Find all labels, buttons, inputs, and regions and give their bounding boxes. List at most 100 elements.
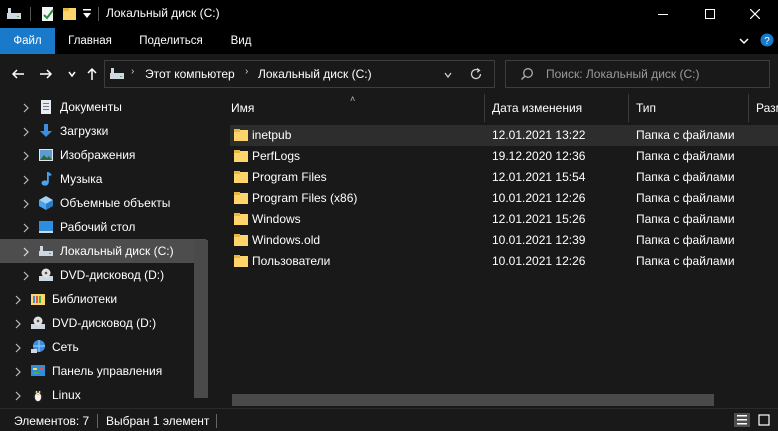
status-bar: Элементов: 7 Выбран 1 элемент [0, 408, 778, 431]
column-divider[interactable] [484, 94, 485, 122]
sidebar-item-label: Рабочий стол [60, 220, 136, 234]
folder-icon [234, 129, 248, 141]
tab-share[interactable]: Поделиться [130, 28, 212, 54]
sidebar-item-label: Объемные объекты [60, 196, 171, 210]
large-icons-view-button[interactable] [756, 413, 772, 427]
chevron-right-icon[interactable] [14, 390, 22, 401]
ribbon-tabs: Файл Главная Поделиться Вид ? [0, 28, 778, 54]
minimize-icon [658, 14, 668, 15]
search-input[interactable]: Поиск: Локальный диск (C:) [546, 67, 699, 81]
file-date: 12.01.2021 15:54 [492, 170, 586, 184]
sidebar-item-label: Панель управления [52, 364, 163, 378]
maximize-button[interactable] [687, 0, 733, 28]
file-row-program-files[interactable]: Program Files 12.01.2021 15:54 Папка с ф… [230, 167, 778, 188]
chevron-right-icon[interactable] [14, 294, 22, 305]
customize-toolbar-icon[interactable] [82, 8, 92, 23]
sidebar-item-local-disk-c[interactable]: Локальный диск (C:) [0, 239, 206, 263]
back-button[interactable] [10, 66, 26, 82]
drive-icon[interactable] [6, 6, 22, 25]
sidebar-item-pictures[interactable]: Изображения [0, 143, 206, 167]
sidebar-item-libraries[interactable]: Библиотеки [0, 287, 206, 311]
forward-button[interactable] [38, 66, 54, 82]
refresh-icon[interactable] [469, 67, 483, 84]
sidebar-item-desktop[interactable]: Рабочий стол [0, 215, 206, 239]
chevron-right-icon[interactable] [22, 198, 30, 209]
breadcrumb-separator-icon[interactable]: › [131, 66, 134, 77]
up-button[interactable] [84, 66, 100, 82]
search-box[interactable]: Поиск: Локальный диск (C:) [505, 60, 770, 88]
tab-home[interactable]: Главная [60, 28, 120, 54]
new-folder-icon[interactable] [62, 6, 78, 25]
help-icon[interactable]: ? [760, 33, 774, 50]
chevron-right-icon[interactable] [14, 318, 22, 329]
item-count: Элементов: 7 [14, 414, 90, 428]
separator [216, 414, 217, 428]
chevron-right-icon[interactable] [22, 102, 30, 113]
large-icons-view-icon [758, 414, 770, 426]
separator [97, 414, 98, 428]
tab-file[interactable]: Файл [0, 28, 55, 54]
column-type[interactable]: Тип [636, 101, 656, 115]
close-button[interactable] [732, 0, 778, 28]
chevron-right-icon[interactable] [22, 222, 30, 233]
column-date-modified[interactable]: Дата изменения [492, 101, 582, 115]
file-list: ˄ Имя Дата изменения Тип Разм inetpub 12… [214, 94, 778, 406]
sort-ascending-icon: ˄ [350, 94, 356, 104]
separator [98, 7, 99, 21]
file-row-users[interactable]: Пользователи 10.01.2021 12:26 Папка с фа… [230, 251, 778, 272]
chevron-right-icon[interactable] [14, 366, 22, 377]
sidebar-item-network[interactable]: Сеть [0, 335, 206, 359]
sidebar-item-linux[interactable]: Linux [0, 383, 206, 406]
address-bar[interactable]: › Этот компьютер › Локальный диск (C:) [104, 60, 495, 88]
sidebar-item-3d-objects[interactable]: Объемные объекты [0, 191, 206, 215]
chevron-right-icon[interactable] [22, 126, 30, 137]
column-divider[interactable] [748, 94, 749, 122]
address-dropdown-icon[interactable] [443, 69, 453, 83]
sidebar-item-dvd-drive-2[interactable]: DVD-дисковод (D:) [0, 311, 206, 335]
column-divider[interactable] [628, 94, 629, 122]
chevron-right-icon[interactable] [22, 270, 30, 281]
sidebar-item-control-panel[interactable]: Панель управления [0, 359, 206, 383]
network-icon [30, 339, 46, 355]
title-bar: Локальный диск (C:) [0, 0, 778, 28]
chevron-right-icon[interactable] [22, 174, 30, 185]
folder-icon [234, 213, 248, 225]
expand-ribbon-icon[interactable] [738, 35, 750, 50]
column-name[interactable]: Имя [231, 101, 254, 115]
file-row-program-files-x86[interactable]: Program Files (x86) 10.01.2021 12:26 Пап… [230, 188, 778, 209]
file-date: 10.01.2021 12:26 [492, 254, 586, 268]
breadcrumb-separator-icon[interactable]: › [245, 66, 248, 77]
chevron-right-icon[interactable] [22, 150, 30, 161]
chevron-right-icon[interactable] [22, 246, 30, 257]
column-size[interactable]: Разм [756, 101, 778, 115]
breadcrumb-local-disk[interactable]: Локальный диск (C:) [258, 67, 372, 81]
file-row-inetpub[interactable]: inetpub 12.01.2021 13:22 Папка с файлами [230, 125, 778, 146]
file-name: Windows [252, 212, 301, 226]
recent-locations-button[interactable] [64, 66, 80, 82]
file-type: Папка с файлами [636, 254, 735, 268]
navigation-pane: Документы Загрузки Изображения Музыка Об… [0, 94, 214, 406]
sidebar-item-music[interactable]: Музыка [0, 167, 206, 191]
sidebar-item-dvd-drive[interactable]: DVD-дисковод (D:) [0, 263, 206, 287]
folder-icon [234, 171, 248, 183]
forward-arrow-icon [40, 69, 53, 79]
breadcrumb-this-pc[interactable]: Этот компьютер [145, 67, 235, 81]
linux-icon [30, 387, 46, 403]
tab-view[interactable]: Вид [222, 28, 260, 54]
horizontal-scrollbar-thumb[interactable] [232, 394, 714, 406]
minimize-button[interactable] [640, 0, 686, 28]
sidebar-item-label: DVD-дисковод (D:) [52, 316, 157, 330]
file-row-windows-old[interactable]: Windows.old 10.01.2021 12:39 Папка с фай… [230, 230, 778, 251]
sidebar-scrollbar[interactable] [194, 240, 208, 398]
file-row-windows[interactable]: Windows 12.01.2021 15:26 Папка с файлами [230, 209, 778, 230]
folder-icon [234, 192, 248, 204]
chevron-right-icon[interactable] [14, 342, 22, 353]
file-row-perflogs[interactable]: PerfLogs 19.12.2020 12:36 Папка с файлам… [230, 146, 778, 167]
file-name: PerfLogs [252, 149, 301, 163]
sidebar-item-documents[interactable]: Документы [0, 95, 206, 119]
sidebar-item-downloads[interactable]: Загрузки [0, 119, 206, 143]
details-view-button[interactable] [734, 413, 750, 427]
properties-icon[interactable] [40, 6, 56, 25]
file-date: 10.01.2021 12:39 [492, 233, 586, 247]
file-type: Папка с файлами [636, 170, 735, 184]
